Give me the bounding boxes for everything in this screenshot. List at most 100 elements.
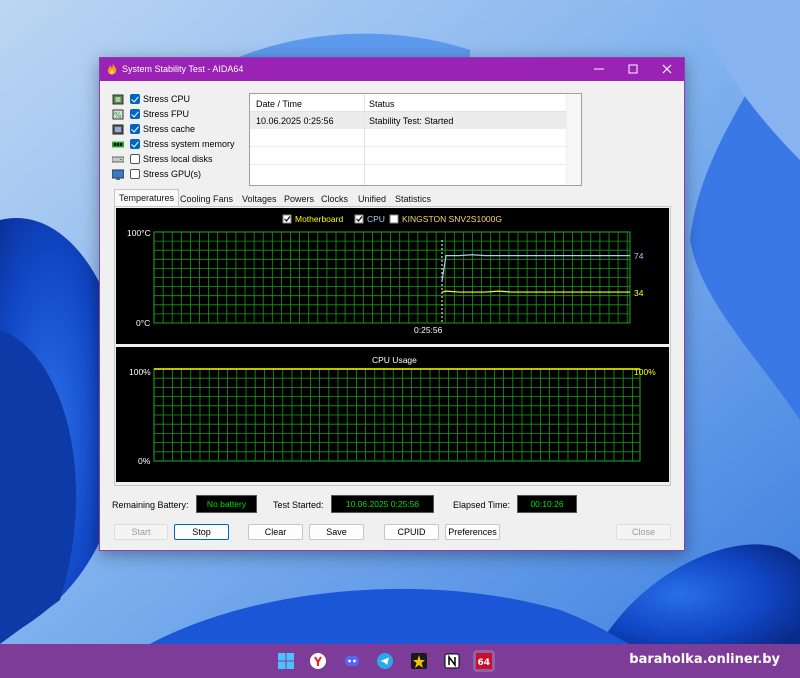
cpu-icon: [112, 94, 124, 105]
temperature-y-max-label: 100°C: [127, 228, 151, 238]
row-date-time: 10.06.2025 0:25:56: [256, 116, 334, 126]
cpu-temp-value-label: 74: [634, 251, 644, 261]
clear-button[interactable]: Clear: [248, 524, 303, 540]
temperature-legend: Motherboard CPU KINGSTON SNV2S1000G: [282, 214, 502, 224]
elapsed-time-value: 00:10:26: [517, 495, 577, 513]
save-button[interactable]: Save: [309, 524, 364, 540]
stress-cache-label: Stress cache: [143, 124, 196, 134]
temperature-graph: Motherboard CPU KINGSTON SNV2S1000G 100°…: [116, 208, 669, 344]
cpu-usage-graph: CPU Usage 100% 0% 100%: [116, 347, 669, 482]
tab-voltages[interactable]: Voltages: [238, 191, 281, 207]
remaining-battery-value: No battery: [196, 495, 257, 513]
legend-cpu-label: CPU: [367, 214, 385, 224]
table-scrollbar[interactable]: [566, 94, 581, 185]
table-row-empty: [250, 148, 566, 165]
fpu-icon: %: [112, 109, 124, 120]
stress-disks-label: Stress local disks: [143, 154, 213, 164]
title-bar[interactable]: System Stability Test - AIDA64: [100, 58, 684, 81]
notion-icon: [444, 653, 460, 669]
tab-unified[interactable]: Unified: [354, 191, 390, 207]
watermark: baraholka.onliner.by: [629, 652, 780, 667]
telegram-icon: [377, 653, 393, 669]
test-started-label: Test Started:: [273, 500, 324, 510]
legend-motherboard-label: Motherboard: [295, 214, 343, 224]
start-button[interactable]: Start: [114, 524, 168, 540]
option-stress-memory[interactable]: Stress system memory: [112, 138, 242, 152]
preferences-button[interactable]: Preferences: [445, 524, 500, 540]
tab-powers[interactable]: Powers: [280, 191, 318, 207]
flame-icon: [107, 63, 117, 75]
stress-disks-checkbox[interactable]: [130, 154, 140, 164]
minimize-icon: [594, 68, 604, 70]
legend-motherboard-checkbox[interactable]: [282, 214, 292, 224]
stress-memory-checkbox[interactable]: [130, 139, 140, 149]
stop-button[interactable]: Stop: [174, 524, 229, 540]
yandex-browser-icon: [310, 653, 326, 669]
stress-cache-checkbox[interactable]: [130, 124, 140, 134]
temperature-time-label: 0:25:56: [414, 325, 443, 335]
temperature-y-min-label: 0°C: [136, 318, 150, 328]
stress-memory-label: Stress system memory: [143, 139, 235, 149]
cpu-usage-title: CPU Usage: [372, 355, 417, 365]
memory-icon: [112, 141, 124, 148]
cache-icon: [112, 124, 124, 135]
taskbar-aida64[interactable]: 64: [473, 650, 495, 672]
option-stress-gpu[interactable]: Stress GPU(s): [112, 168, 242, 182]
taskbar-winamp[interactable]: [408, 650, 430, 672]
maximize-button[interactable]: [616, 58, 650, 81]
aida64-icon: 64: [476, 653, 492, 669]
temperature-grid: [153, 231, 631, 324]
close-button[interactable]: Close: [616, 524, 671, 540]
stress-gpu-checkbox[interactable]: [130, 169, 140, 179]
legend-kingston-checkbox[interactable]: [389, 214, 399, 224]
test-started-value: 10.06.2025 0:25:56: [331, 495, 434, 513]
windows-start-icon: [278, 653, 294, 669]
tab-temperatures[interactable]: Temperatures: [114, 189, 180, 207]
cpu-usage-current-label: 100%: [634, 367, 656, 377]
option-stress-fpu[interactable]: % Stress FPU: [112, 108, 242, 122]
column-header-date-time[interactable]: Date / Time: [256, 99, 302, 109]
column-header-status[interactable]: Status: [369, 99, 395, 109]
gpu-icon: [112, 169, 124, 180]
close-icon: [662, 64, 672, 74]
cpu-usage-grid: [153, 368, 641, 462]
stress-cpu-checkbox[interactable]: [130, 94, 140, 104]
elapsed-time-label: Elapsed Time:: [453, 500, 511, 510]
row-status: Stability Test: Started: [369, 116, 454, 126]
table-row-empty: [250, 166, 566, 183]
option-stress-cache[interactable]: Stress cache: [112, 123, 242, 137]
cpuid-button[interactable]: CPUID: [384, 524, 439, 540]
maximize-icon: [628, 64, 638, 74]
motherboard-temp-value-label: 34: [634, 288, 644, 298]
column-divider: [364, 94, 365, 185]
option-stress-disks[interactable]: Stress local disks: [112, 153, 242, 167]
tab-statistics[interactable]: Statistics: [391, 191, 435, 207]
remaining-battery-label: Remaining Battery:: [112, 500, 189, 510]
svg-text:%: %: [114, 111, 122, 120]
taskbar: 64 baraholka.onliner.by: [0, 644, 800, 678]
table-header: Date / Time Status: [250, 94, 581, 112]
cpu-usage-y-max-label: 100%: [129, 367, 151, 377]
minimize-button[interactable]: [582, 58, 616, 81]
cpu-usage-y-min-label: 0%: [138, 456, 151, 466]
stability-test-window: System Stability Test - AIDA64 Stress CP…: [99, 57, 685, 551]
status-log-table[interactable]: Date / Time Status 10.06.2025 0:25:56 St…: [249, 93, 582, 186]
stress-fpu-checkbox[interactable]: [130, 109, 140, 119]
svg-text:64: 64: [478, 658, 491, 668]
stress-cpu-label: Stress CPU: [143, 94, 191, 104]
taskbar-yandex-browser[interactable]: [307, 650, 329, 672]
legend-cpu-checkbox[interactable]: [354, 214, 364, 224]
table-row[interactable]: 10.06.2025 0:25:56 Stability Test: Start…: [250, 112, 566, 129]
tab-clocks[interactable]: Clocks: [317, 191, 352, 207]
taskbar-start-button[interactable]: [275, 650, 297, 672]
window-title: System Stability Test - AIDA64: [122, 64, 244, 74]
option-stress-cpu[interactable]: Stress CPU: [112, 93, 242, 107]
close-window-button[interactable]: [650, 58, 684, 81]
disk-icon: [112, 156, 124, 163]
legend-kingston-label: KINGSTON SNV2S1000G: [402, 214, 502, 224]
table-row-empty: [250, 130, 566, 147]
tab-cooling-fans[interactable]: Cooling Fans: [176, 191, 237, 207]
taskbar-discord[interactable]: [341, 650, 363, 672]
taskbar-notion[interactable]: [441, 650, 463, 672]
taskbar-telegram[interactable]: [374, 650, 396, 672]
